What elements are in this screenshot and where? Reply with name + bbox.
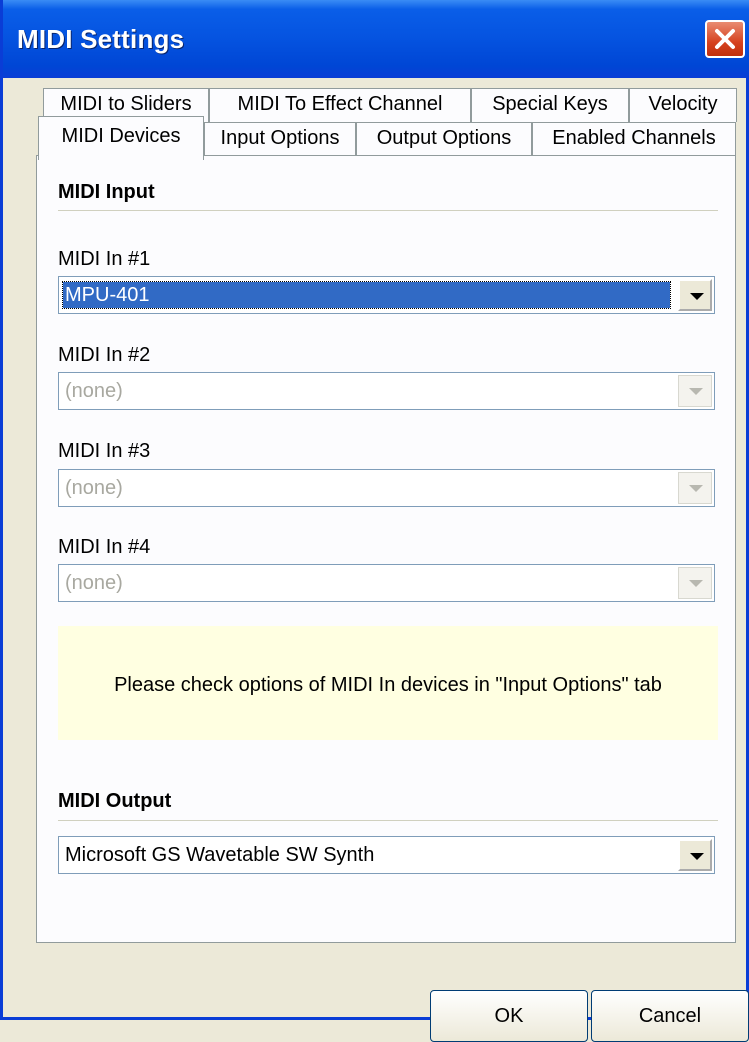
tab-output-options[interactable]: Output Options (356, 122, 532, 156)
midi-output-select[interactable]: Microsoft GS Wavetable SW Synth (58, 836, 715, 874)
tab-enabled-channels[interactable]: Enabled Channels (532, 122, 736, 156)
tab-input-options[interactable]: Input Options (204, 122, 356, 156)
midi-in-1-select[interactable]: MPU-401 (58, 276, 715, 314)
cancel-button[interactable]: Cancel (591, 990, 749, 1042)
midi-in-1-value: MPU-401 (62, 281, 671, 309)
tab-velocity[interactable]: Velocity (629, 88, 737, 122)
tab-midi-to-effect-channel[interactable]: MIDI To Effect Channel (209, 88, 471, 122)
dropdown-button[interactable] (678, 839, 712, 871)
close-icon (715, 29, 735, 49)
chevron-down-icon (690, 853, 704, 860)
tab-special-keys[interactable]: Special Keys (471, 88, 629, 122)
title-bar[interactable]: MIDI Settings (3, 0, 749, 78)
tab-panel (36, 155, 736, 943)
ok-button[interactable]: OK (430, 990, 588, 1042)
chevron-down-icon (690, 293, 704, 300)
tab-midi-devices[interactable]: MIDI Devices (38, 116, 204, 160)
midi-output-value: Microsoft GS Wavetable SW Synth (65, 844, 375, 866)
midi-settings-window: MIDI Settings MIDI to Sliders MIDI To Ef… (0, 0, 749, 1042)
dropdown-button[interactable] (678, 279, 712, 311)
close-button[interactable] (705, 20, 745, 58)
window-title: MIDI Settings (17, 24, 185, 54)
